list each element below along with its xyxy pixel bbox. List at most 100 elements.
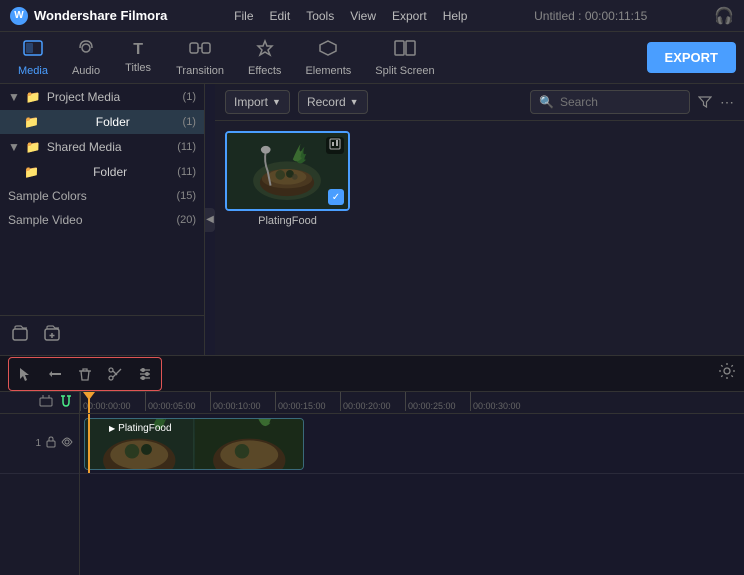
titlebar: W Wondershare Filmora File Edit Tools Vi…: [0, 0, 744, 32]
video-track-label: 1: [0, 414, 79, 474]
timeline-toolbar: [0, 356, 744, 392]
audio-icon: [76, 39, 96, 62]
timeline: 00:00:00:00 00:00:05:00 00:00:10:00 00:0…: [0, 355, 744, 575]
menu-bar: File Edit Tools View Export Help: [234, 9, 467, 23]
thumb-wrapper[interactable]: ✓: [225, 131, 350, 211]
ruler-mark-6: 00:00:30:00: [470, 392, 535, 411]
main-toolbar: Media Audio T Titles Transition Effects …: [0, 32, 744, 84]
project-media-header[interactable]: ▼ 📁 Project Media (1): [0, 84, 204, 110]
search-input[interactable]: [560, 95, 681, 109]
shared-media-header[interactable]: ▼ 📁 Shared Media (11): [0, 134, 204, 160]
toolbar-titles-label: Titles: [125, 62, 151, 74]
menu-file[interactable]: File: [234, 9, 253, 23]
tracks-area: 1 ▼: [0, 414, 744, 575]
shared-folder-item-icon: 📁: [24, 165, 39, 179]
toolbar-media-label: Media: [18, 65, 48, 77]
panel-collapse-arrow[interactable]: ◀: [205, 208, 215, 232]
toolbar-titles[interactable]: T Titles: [114, 37, 162, 78]
main-content: ▼ 📁 Project Media (1) 📁 Folder (1) ▼ 📁 S…: [0, 84, 744, 355]
playhead-ruler-line: [88, 392, 90, 413]
shared-media-folder[interactable]: 📁 Folder (11): [0, 160, 204, 184]
ruler-mark-2: 00:00:10:00: [210, 392, 275, 411]
ruler-controls: [0, 392, 80, 413]
ruler-mark-4: 00:00:20:00: [340, 392, 405, 411]
menu-help[interactable]: Help: [443, 9, 468, 23]
timeline-tools-group: [8, 357, 162, 391]
menu-tools[interactable]: Tools: [306, 9, 334, 23]
cut-tool[interactable]: [101, 360, 129, 388]
add-track-icon[interactable]: [39, 394, 53, 411]
clip-label: ▶ PlatingFood: [109, 423, 172, 434]
ruler-time-marks: 00:00:00:00 00:00:05:00 00:00:10:00 00:0…: [80, 392, 535, 411]
magnet-icon[interactable]: [59, 394, 73, 411]
media-item-platingfood[interactable]: ✓ PlatingFood: [225, 131, 350, 345]
record-dropdown[interactable]: Record ▼: [298, 90, 368, 114]
headphone-icon[interactable]: 🎧: [714, 6, 734, 26]
video-clip-platingfood[interactable]: ▶ PlatingFood: [84, 418, 304, 470]
toolbar-splitscreen-label: Split Screen: [375, 65, 434, 77]
grid-view-icon[interactable]: ⋯: [720, 94, 734, 111]
search-box[interactable]: 🔍: [530, 90, 690, 114]
menu-edit[interactable]: Edit: [270, 9, 291, 23]
adjust-tool[interactable]: [131, 360, 159, 388]
menu-view[interactable]: View: [350, 9, 376, 23]
timeline-settings-icon[interactable]: [718, 367, 736, 384]
ruler-mark-1: 00:00:05:00: [145, 392, 210, 411]
export-button[interactable]: EXPORT: [647, 42, 736, 73]
left-panel-footer: [0, 315, 204, 355]
thumb-overlay: [326, 137, 344, 154]
select-tool[interactable]: [11, 360, 39, 388]
filter-icon[interactable]: [698, 94, 712, 111]
media-grid: ✓ PlatingFood: [215, 121, 744, 355]
new-folder-icon[interactable]: [44, 324, 64, 347]
project-folder-count: (1): [183, 116, 196, 128]
sample-video-item[interactable]: Sample Video (20): [0, 208, 204, 232]
project-media-count: (1): [183, 91, 196, 103]
search-icon: 🔍: [539, 95, 554, 109]
toolbar-elements[interactable]: Elements: [295, 35, 361, 81]
elements-icon: [318, 39, 338, 62]
sample-colors-label: Sample Colors: [8, 189, 87, 203]
ripple-tool[interactable]: [41, 360, 69, 388]
logo-icon: W: [10, 7, 28, 25]
sample-video-label: Sample Video: [8, 213, 83, 227]
eye-icon[interactable]: [61, 436, 73, 451]
project-media-folder[interactable]: 📁 Folder (1): [0, 110, 204, 134]
sample-video-count: (20): [176, 214, 196, 226]
app-logo: W Wondershare Filmora: [10, 7, 167, 25]
import-dropdown[interactable]: Import ▼: [225, 90, 290, 114]
transition-icon: [189, 39, 211, 62]
shared-media-section: ▼ 📁 Shared Media (11) 📁 Folder (11): [0, 134, 204, 184]
shared-media-count: (11): [177, 141, 196, 153]
toolbar-transition[interactable]: Transition: [166, 35, 234, 81]
splitscreen-icon: [394, 39, 416, 62]
clip-name: PlatingFood: [118, 423, 171, 434]
delete-tool[interactable]: [71, 360, 99, 388]
toolbar-media[interactable]: Media: [8, 35, 58, 81]
menu-export[interactable]: Export: [392, 9, 427, 23]
toolbar-effects[interactable]: Effects: [238, 35, 291, 81]
media-toolbar: Import ▼ Record ▼ 🔍 ⋯: [215, 84, 744, 121]
folder-icon: 📁: [26, 90, 41, 104]
toolbar-splitscreen[interactable]: Split Screen: [365, 35, 444, 81]
media-item-label: PlatingFood: [258, 215, 317, 227]
toolbar-audio[interactable]: Audio: [62, 35, 110, 81]
track-labels: 1: [0, 414, 80, 575]
media-icon: [23, 39, 43, 62]
import-folder-icon[interactable]: [12, 324, 32, 347]
clip-play-icon: ▶: [109, 424, 115, 433]
toolbar-elements-label: Elements: [305, 65, 351, 77]
clip-frame-2: [195, 419, 304, 469]
toolbar-transition-label: Transition: [176, 65, 224, 77]
lock-icon[interactable]: [45, 436, 57, 451]
record-label: Record: [307, 95, 346, 109]
project-media-section: ▼ 📁 Project Media (1) 📁 Folder (1): [0, 84, 204, 134]
ruler-marks: 00:00:00:00 00:00:05:00 00:00:10:00 00:0…: [80, 392, 744, 413]
sample-colors-item[interactable]: Sample Colors (15): [0, 184, 204, 208]
project-media-arrow: ▼: [8, 90, 20, 104]
toolbar-audio-label: Audio: [72, 65, 100, 77]
video-track-row: ▼: [80, 414, 744, 474]
shared-media-label: Shared Media: [47, 140, 122, 154]
collapse-chevron-icon: ◀: [206, 214, 214, 225]
record-chevron-icon: ▼: [350, 97, 359, 107]
